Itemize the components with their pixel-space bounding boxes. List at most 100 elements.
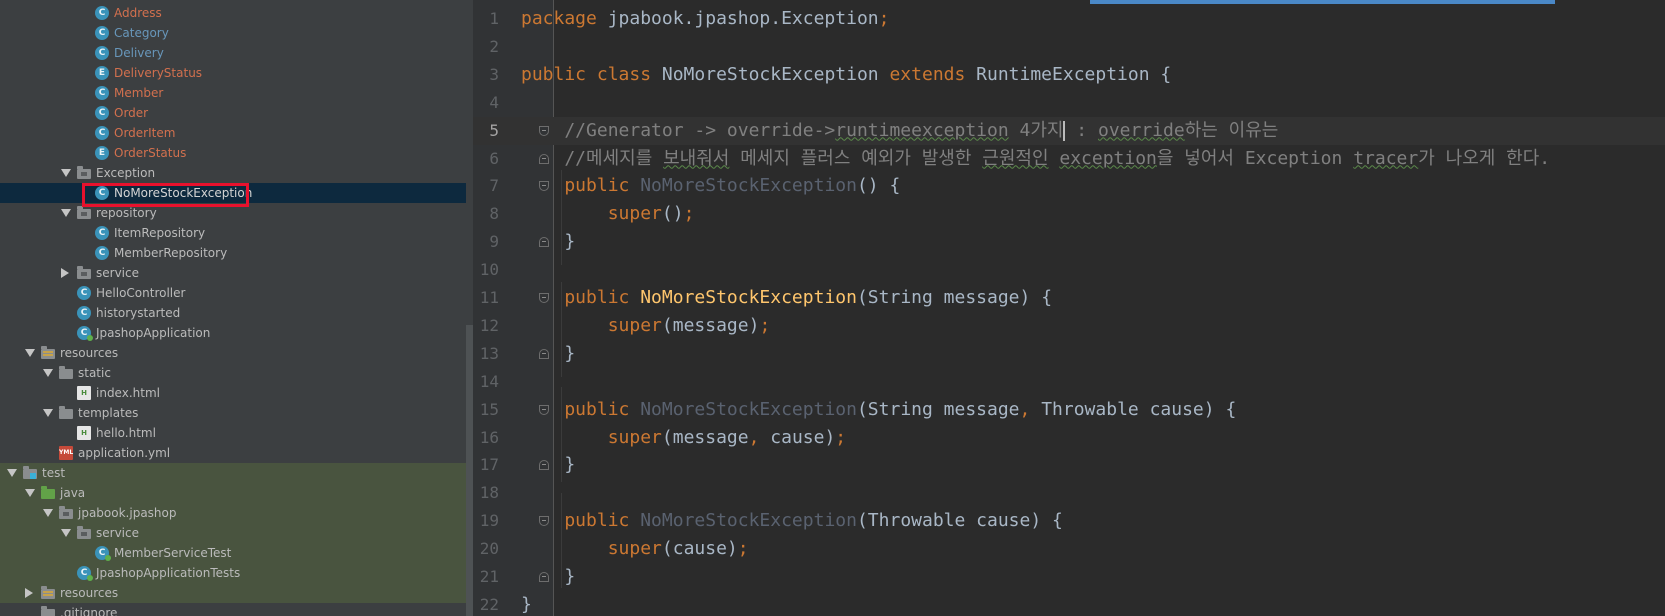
expand-arrow-icon[interactable] xyxy=(43,369,53,377)
tree-item-label: service xyxy=(96,526,139,540)
tree-scrollbar-thumb[interactable] xyxy=(466,325,473,616)
code-token: ; xyxy=(835,426,847,448)
tree-item[interactable]: service xyxy=(0,523,466,543)
code-line[interactable]: 10 xyxy=(473,256,1665,284)
tree-item[interactable]: C JpashopApplicationTests xyxy=(0,563,466,583)
html-file-icon: H xyxy=(77,386,91,400)
active-tab-indicator xyxy=(1090,0,1555,4)
tree-item[interactable]: C OrderItem xyxy=(0,123,466,143)
tree-item[interactable]: Hhello.html xyxy=(0,423,466,443)
code-token: } xyxy=(521,342,576,364)
code-token: (message) xyxy=(661,314,760,336)
code-line[interactable]: 1 package jpabook.jpashop.Exception; xyxy=(473,5,1665,33)
code-line[interactable]: 18 xyxy=(473,479,1665,507)
tree-item[interactable]: Hindex.html xyxy=(0,383,466,403)
code-line[interactable]: 6 //메세지를 보내줘서 메세지 플러스 예외가 발생한 근원적인 excep… xyxy=(473,145,1665,173)
code-editor[interactable]: 1 package jpabook.jpashop.Exception; 2 3 pub… xyxy=(473,0,1665,616)
code-token: super xyxy=(521,538,662,560)
code-token: tracer xyxy=(1353,147,1419,169)
tree-item-label: ItemRepository xyxy=(114,226,206,240)
tree-item[interactable]: C Category xyxy=(0,23,466,43)
tree-item[interactable]: static xyxy=(0,363,466,383)
tree-item[interactable]: C Address xyxy=(0,3,466,23)
line-number: 14 xyxy=(479,371,499,391)
tree-item[interactable]: YML application.yml xyxy=(0,443,466,463)
tree-item[interactable]: C HelloController xyxy=(0,283,466,303)
tree-item[interactable]: java xyxy=(0,483,466,503)
class-icon: C xyxy=(77,286,91,300)
code-line[interactable]: 3 public class NoMoreStockException exten… xyxy=(473,61,1665,89)
tree-item[interactable]: templates xyxy=(0,403,466,423)
line-number: 16 xyxy=(479,427,499,447)
code-token: runtimeexception xyxy=(835,119,1009,141)
code-line[interactable]: 22} xyxy=(473,591,1665,616)
tree-item[interactable]: C ItemRepository xyxy=(0,223,466,243)
code-text: } xyxy=(521,594,532,615)
expand-arrow-icon[interactable] xyxy=(61,169,71,177)
code-line[interactable]: 5 //Generator -> override->runtimeexcept… xyxy=(473,116,1665,145)
enum-icon: E xyxy=(95,146,109,160)
code-line[interactable]: 2 xyxy=(473,33,1665,61)
tree-item[interactable]: jpabook.jpashop xyxy=(0,503,466,523)
tree-item[interactable]: E OrderStatus xyxy=(0,143,466,163)
tree-item-label: index.html xyxy=(96,386,160,400)
code-token: override xyxy=(1097,119,1185,141)
tree-item[interactable]: Exception xyxy=(0,163,466,183)
tree-item[interactable]: C Member xyxy=(0,83,466,103)
tree-item-label: HelloController xyxy=(96,286,186,300)
tree-item[interactable]: C Delivery xyxy=(0,43,466,63)
project-tree[interactable]: C Address C Category C Delivery E DeliveryStatu… xyxy=(0,0,473,616)
tree-item[interactable]: .gitignore xyxy=(0,603,466,616)
tree-item[interactable]: service xyxy=(0,263,466,283)
code-line[interactable]: 8 super(); xyxy=(473,200,1665,228)
tree-item[interactable]: resources xyxy=(0,583,466,603)
code-line[interactable]: 21 } xyxy=(473,563,1665,591)
expand-arrow-icon[interactable] xyxy=(7,469,17,477)
code-token: () xyxy=(661,203,684,225)
code-token: ; xyxy=(683,203,695,225)
code-line[interactable]: 19 public NoMoreStockException(Throwable… xyxy=(473,507,1665,535)
code-line[interactable]: 14 xyxy=(473,368,1665,396)
class-icon: C xyxy=(95,226,109,240)
code-token: super xyxy=(521,426,662,448)
tree-item[interactable]: C Order xyxy=(0,103,466,123)
code-line[interactable]: 20 super(cause); xyxy=(473,535,1665,563)
tree-item[interactable]: resources xyxy=(0,343,466,363)
code-line[interactable]: 17 } xyxy=(473,451,1665,479)
expand-arrow-icon[interactable] xyxy=(25,349,35,357)
tree-item-label: Delivery xyxy=(114,46,164,60)
code-line[interactable]: 16 super(message, cause); xyxy=(473,424,1665,452)
tree-item[interactable]: C MemberServiceTest xyxy=(0,543,466,563)
indent-guide xyxy=(561,282,562,377)
tree-item-label: templates xyxy=(78,406,139,420)
expand-arrow-icon[interactable] xyxy=(61,209,71,217)
tree-item[interactable]: C MemberRepository xyxy=(0,243,466,263)
code-line[interactable]: 9 } xyxy=(473,228,1665,256)
code-line[interactable]: 4 xyxy=(473,89,1665,117)
code-token: } xyxy=(521,454,576,476)
code-line[interactable]: 13 } xyxy=(473,340,1665,368)
code-line[interactable]: 11 public NoMoreStockException(String me… xyxy=(473,284,1665,312)
tree-item[interactable]: C JpashopApplication xyxy=(0,323,466,343)
code-token: 메세지 플러스 예외가 발생한 xyxy=(729,147,983,169)
tree-item[interactable]: test xyxy=(0,463,466,483)
class-icon: C xyxy=(95,26,109,40)
class-icon: C xyxy=(95,6,109,20)
collapse-arrow-icon[interactable] xyxy=(25,588,33,598)
expand-arrow-icon[interactable] xyxy=(61,529,71,537)
class-icon: C xyxy=(95,106,109,120)
expand-arrow-icon[interactable] xyxy=(43,409,53,417)
code-line[interactable]: 12 super(message); xyxy=(473,312,1665,340)
code-line[interactable]: 7 public NoMoreStockException() { xyxy=(473,172,1665,200)
expand-arrow-icon[interactable] xyxy=(25,489,35,497)
class-icon: C xyxy=(95,126,109,140)
tree-item-label: Member xyxy=(114,86,164,100)
code-text: public class NoMoreStockException extend… xyxy=(521,64,1171,85)
collapse-arrow-icon[interactable] xyxy=(61,268,69,278)
code-text: public NoMoreStockException() { xyxy=(521,176,900,196)
code-token: cause) xyxy=(759,426,836,448)
expand-arrow-icon[interactable] xyxy=(43,509,53,517)
code-line[interactable]: 15 public NoMoreStockException(String me… xyxy=(473,396,1665,424)
tree-item[interactable]: E DeliveryStatus xyxy=(0,63,466,83)
tree-item[interactable]: Chistorystarted xyxy=(0,303,466,323)
